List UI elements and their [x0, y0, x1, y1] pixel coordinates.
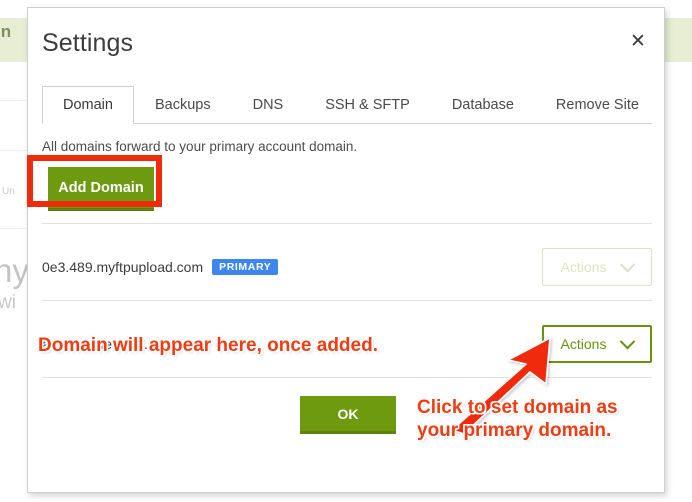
close-icon[interactable]: ✕: [626, 30, 650, 54]
status-badge: PRIMARY: [212, 258, 279, 276]
actions-button-alternate-domain[interactable]: Actions: [542, 325, 652, 363]
background-login-text: In: [0, 22, 12, 41]
tab-dns[interactable]: DNS: [232, 86, 305, 123]
chevron-down-icon: [620, 333, 636, 349]
background-wi-text: wi: [0, 292, 16, 313]
tab-database[interactable]: Database: [431, 86, 535, 123]
tab-backups[interactable]: Backups: [134, 86, 232, 123]
settings-modal: Settings ✕ Domain Backups DNS SSH & SFTP…: [27, 7, 665, 493]
page-title: Settings: [42, 29, 134, 57]
chevron-down-icon: [620, 256, 636, 272]
background-un-text: Un: [2, 186, 15, 197]
background-divider: [0, 228, 26, 229]
background-divider: [0, 100, 26, 101]
row-divider: [42, 300, 652, 301]
actions-button-label: Actions: [560, 259, 607, 275]
row-divider: [42, 223, 652, 224]
actions-button-primary-domain[interactable]: Actions: [542, 248, 652, 286]
background-ny-text: ny: [0, 252, 29, 289]
tab-domain[interactable]: Domain: [42, 86, 134, 124]
add-domain-button[interactable]: Add Domain: [48, 167, 154, 211]
table-row: analternateroute.com Actions: [42, 314, 652, 374]
row-divider: [42, 377, 652, 378]
background-divider: [0, 150, 26, 151]
tab-ssh-sftp[interactable]: SSH & SFTP: [304, 86, 431, 123]
domain-name: 0e3.489.myftpupload.com: [42, 259, 204, 275]
tab-remove-site[interactable]: Remove Site: [535, 86, 660, 123]
domain-name: analternateroute.com: [42, 336, 175, 352]
ok-button[interactable]: OK: [300, 396, 396, 434]
tab-bar: Domain Backups DNS SSH & SFTP Database R…: [42, 86, 652, 124]
domains-description: All domains forward to your primary acco…: [42, 139, 358, 154]
table-row: 0e3.489.myftpupload.com PRIMARY Actions: [42, 237, 652, 297]
actions-button-label: Actions: [560, 336, 607, 352]
